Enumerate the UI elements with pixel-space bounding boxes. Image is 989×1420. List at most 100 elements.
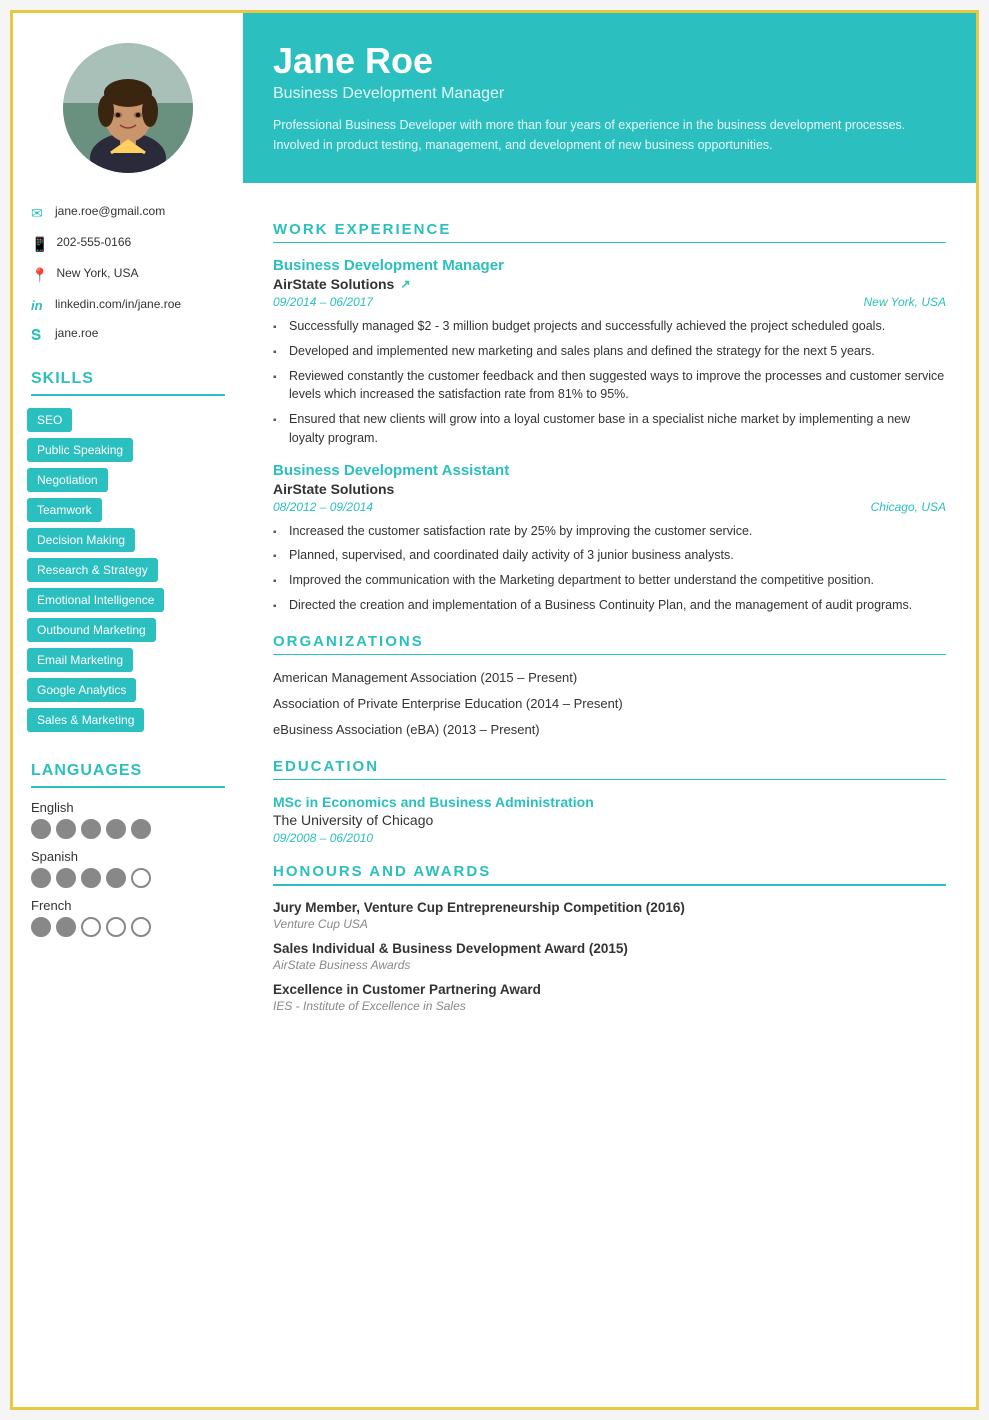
skype-item: 𝐒 jane.roe: [31, 325, 225, 344]
skype-icon: 𝐒: [31, 327, 47, 344]
job-bullet: Successfully managed $2 - 3 million budg…: [273, 317, 946, 336]
job-bullet: Directed the creation and implementation…: [273, 596, 946, 615]
award-item: Excellence in Customer Partnering Award I…: [273, 982, 946, 1013]
org-item: American Management Association (2015 – …: [273, 669, 946, 687]
language-dot: [31, 917, 51, 937]
language-dots: [31, 917, 225, 937]
award-org: IES - Institute of Excellence in Sales: [273, 999, 946, 1013]
job-title: Business Development Assistant: [273, 462, 946, 479]
skills-section-title: SKILLS: [13, 356, 243, 394]
award-org: Venture Cup USA: [273, 917, 946, 931]
edu-date: 09/2008 – 06/2010: [273, 831, 946, 845]
edu-school: The University of Chicago: [273, 812, 946, 828]
header-banner: Jane Roe Business Development Manager Pr…: [243, 13, 976, 183]
work-experience-title: WORK EXPERIENCE: [273, 221, 946, 238]
award-item: Jury Member, Venture Cup Entrepreneurshi…: [273, 900, 946, 931]
external-link-icon[interactable]: ↗: [400, 277, 410, 291]
skill-tag: Emotional Intelligence: [27, 588, 164, 612]
language-dot: [81, 819, 101, 839]
job-company: AirState Solutions: [273, 481, 946, 497]
language-dot: [106, 917, 126, 937]
job-location: Chicago, USA: [871, 500, 946, 514]
award-title: Sales Individual & Business Development …: [273, 941, 946, 956]
language-name: French: [31, 898, 225, 913]
education-title: EDUCATION: [273, 758, 946, 775]
skill-tag: Research & Strategy: [27, 558, 158, 582]
linkedin-item: in linkedin.com/in/jane.roe: [31, 296, 225, 313]
languages-divider: [31, 786, 225, 788]
email-icon: ✉: [31, 205, 47, 222]
language-dot: [81, 917, 101, 937]
award-item: Sales Individual & Business Development …: [273, 941, 946, 972]
skill-tag: Outbound Marketing: [27, 618, 156, 642]
phone-item: 📱 202-555-0166: [31, 234, 225, 253]
email-text: jane.roe@gmail.com: [55, 203, 165, 220]
language-dot: [56, 917, 76, 937]
education-divider: [273, 779, 946, 781]
job-bullet: Increased the customer satisfaction rate…: [273, 522, 946, 541]
candidate-summary: Professional Business Developer with mor…: [273, 115, 946, 155]
job-location: New York, USA: [864, 295, 946, 309]
language-dot: [106, 819, 126, 839]
language-item: French: [31, 898, 225, 937]
location-text: New York, USA: [56, 265, 138, 282]
phone-icon: 📱: [31, 236, 48, 253]
contact-section: ✉ jane.roe@gmail.com 📱 202-555-0166 📍 Ne…: [13, 193, 243, 356]
language-item: English: [31, 800, 225, 839]
award-title: Excellence in Customer Partnering Award: [273, 982, 946, 997]
language-dot: [56, 819, 76, 839]
main-body: WORK EXPERIENCE Business Development Man…: [243, 183, 976, 1043]
language-dot: [31, 819, 51, 839]
language-item: Spanish: [31, 849, 225, 888]
honours-title: HONOURS AND AWARDS: [273, 863, 946, 880]
languages-section-title: LANGUAGES: [13, 748, 243, 786]
organizations-divider: [273, 654, 946, 656]
job-bullet: Improved the communication with the Mark…: [273, 571, 946, 590]
language-dot: [131, 819, 151, 839]
language-dot: [31, 868, 51, 888]
job-date: 09/2014 – 06/2017: [273, 295, 373, 309]
skype-text: jane.roe: [55, 325, 98, 342]
language-dot: [131, 868, 151, 888]
language-dot: [56, 868, 76, 888]
language-name: Spanish: [31, 849, 225, 864]
sidebar: ✉ jane.roe@gmail.com 📱 202-555-0166 📍 Ne…: [13, 13, 243, 1407]
org-item: Association of Private Enterprise Educat…: [273, 695, 946, 713]
linkedin-icon: in: [31, 298, 47, 313]
candidate-name: Jane Roe: [273, 41, 946, 81]
email-item: ✉ jane.roe@gmail.com: [31, 203, 225, 222]
job-bullets: Increased the customer satisfaction rate…: [273, 522, 946, 615]
skill-tag: Sales & Marketing: [27, 708, 144, 732]
jobs-list: Business Development ManagerAirState Sol…: [273, 257, 946, 615]
job-company: AirState Solutions↗: [273, 276, 946, 292]
job-bullet: Ensured that new clients will grow into …: [273, 410, 946, 448]
location-icon: 📍: [31, 267, 48, 284]
job-bullet: Developed and implemented new marketing …: [273, 342, 946, 361]
language-dot: [106, 868, 126, 888]
photo-section: [13, 13, 243, 193]
resume-container: ✉ jane.roe@gmail.com 📱 202-555-0166 📍 Ne…: [10, 10, 979, 1410]
job-bullets: Successfully managed $2 - 3 million budg…: [273, 317, 946, 448]
award-org: AirState Business Awards: [273, 958, 946, 972]
honours-divider: [273, 884, 946, 886]
language-dot: [131, 917, 151, 937]
skill-tag: Teamwork: [27, 498, 102, 522]
award-title: Jury Member, Venture Cup Entrepreneurshi…: [273, 900, 946, 915]
candidate-title: Business Development Manager: [273, 85, 946, 103]
organizations-list: American Management Association (2015 – …: [273, 669, 946, 740]
skills-list: SEOPublic SpeakingNegotiationTeamworkDec…: [13, 408, 243, 732]
skill-tag: SEO: [27, 408, 72, 432]
profile-photo: [63, 43, 193, 173]
job-meta: 09/2014 – 06/2017 New York, USA: [273, 295, 946, 309]
skill-tag: Google Analytics: [27, 678, 136, 702]
org-item: eBusiness Association (eBA) (2013 – Pres…: [273, 721, 946, 739]
language-dot: [81, 868, 101, 888]
job-bullet: Planned, supervised, and coordinated dai…: [273, 546, 946, 565]
job-item: Business Development ManagerAirState Sol…: [273, 257, 946, 448]
language-dots: [31, 868, 225, 888]
organizations-title: ORGANIZATIONS: [273, 633, 946, 650]
languages-list: English Spanish French: [13, 800, 243, 947]
location-item: 📍 New York, USA: [31, 265, 225, 284]
job-date: 08/2012 – 09/2014: [273, 500, 373, 514]
work-experience-divider: [273, 242, 946, 244]
